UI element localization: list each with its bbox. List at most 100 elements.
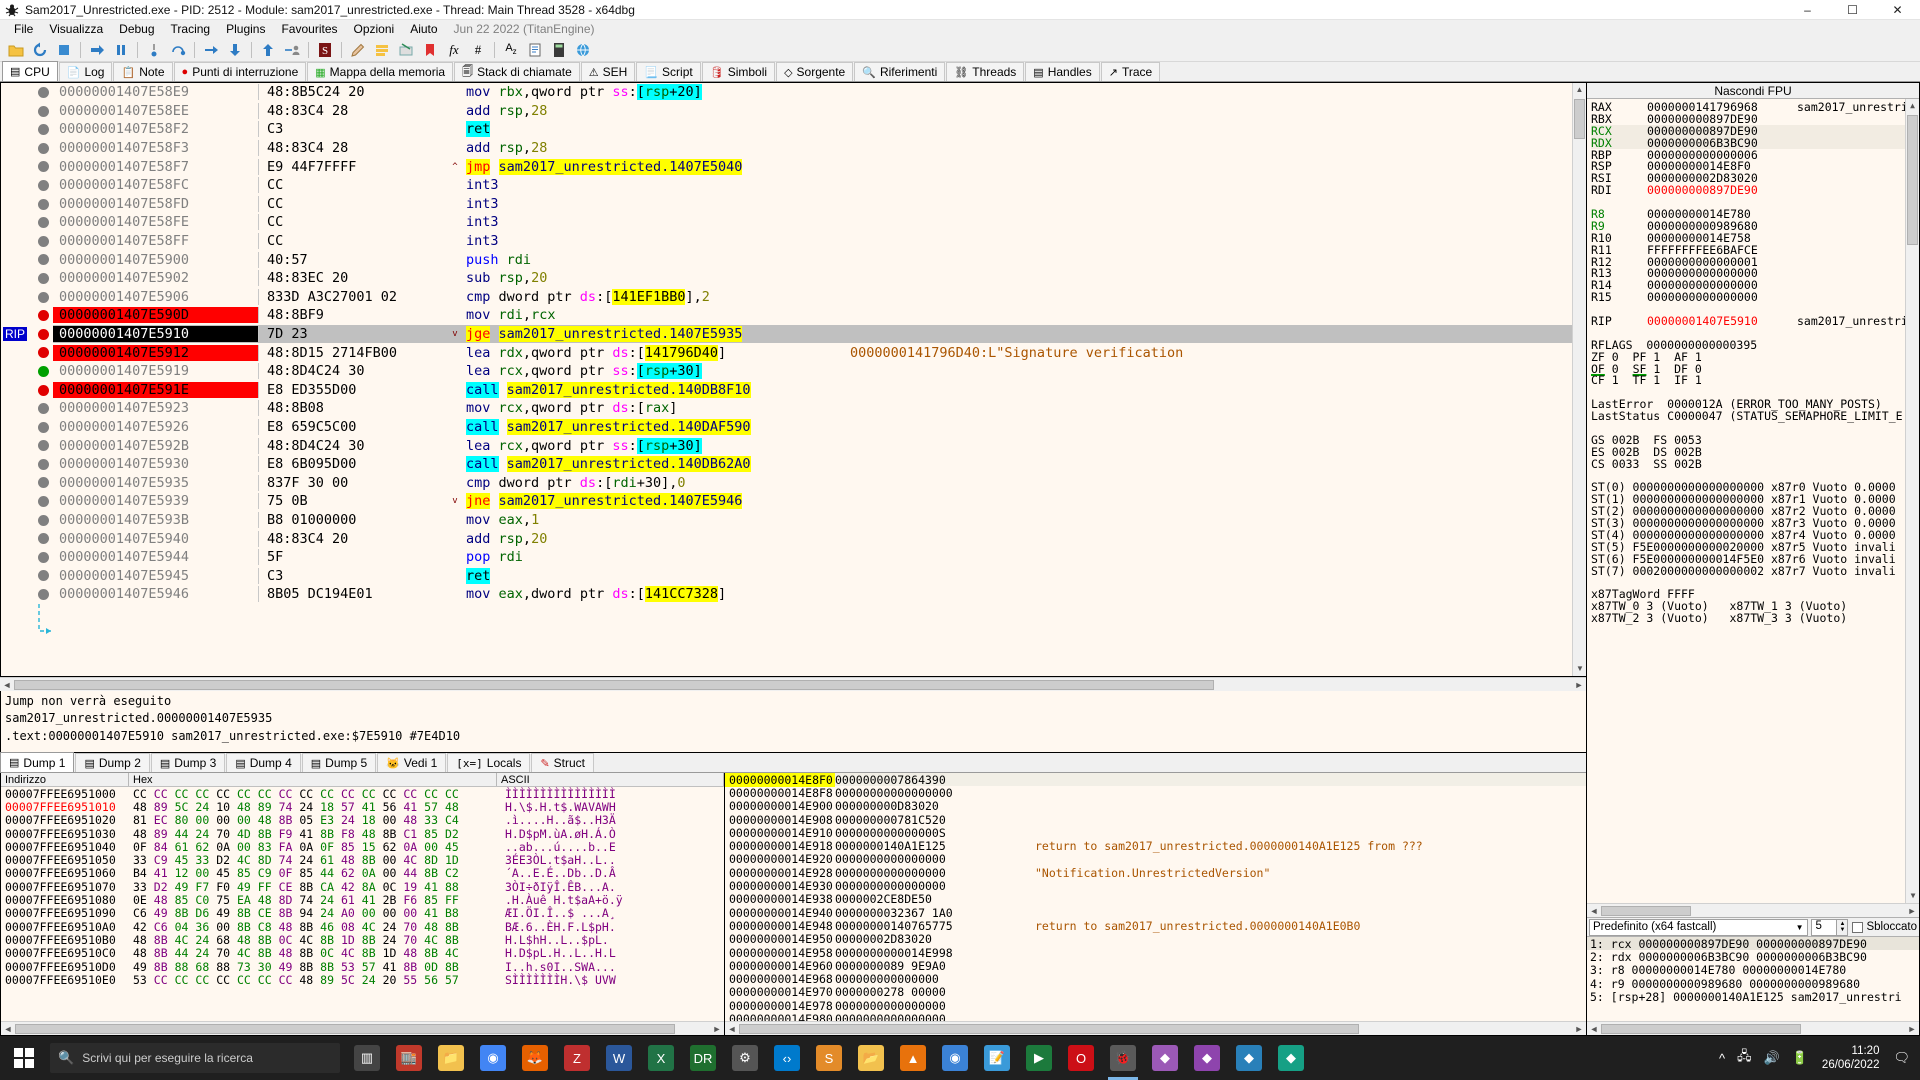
dump-row[interactable]: 00007FFEE69510E053 CC CC CC CC CC CC CC … — [1, 973, 724, 986]
scroll-thumb[interactable] — [1907, 115, 1918, 245]
step-over-icon[interactable] — [168, 40, 188, 60]
tab-references[interactable]: 🔍Riferimenti — [854, 62, 945, 81]
log-icon[interactable] — [372, 40, 392, 60]
stack-row[interactable]: 00000000014E95000000002D83020 — [725, 933, 1586, 946]
breakpoint-gutter[interactable] — [1, 399, 53, 418]
notes-icon[interactable] — [525, 40, 545, 60]
breakpoint-gutter[interactable] — [1, 269, 53, 288]
breakpoint-dot-icon[interactable] — [38, 329, 49, 340]
breakpoint-gutter[interactable] — [1, 455, 53, 474]
tab-call-stack[interactable]: 🗐Stack di chiamate — [454, 62, 580, 81]
taskbar-chrome[interactable]: ◉ — [472, 1036, 514, 1080]
taskbar-chrome2[interactable]: ◉ — [934, 1036, 976, 1080]
register-row[interactable]: RIP00000001407E5910sam2017_unrestrict — [1591, 315, 1919, 327]
breakpoint-dot-icon[interactable] — [38, 403, 49, 414]
calculator-icon[interactable] — [549, 40, 569, 60]
register-value[interactable]: 00000001407E5910 — [1647, 314, 1797, 328]
step-into-arrow-icon[interactable] — [201, 40, 221, 60]
dump-row[interactable]: 00007FFEE6951000CC CC CC CC CC CC CC CC … — [1, 787, 724, 800]
dump-row[interactable]: 00007FFEE695102081 EC 80 00 00 00 48 8B … — [1, 814, 724, 827]
open-icon[interactable] — [6, 40, 26, 60]
stack-row[interactable]: 00000000014E8F800000000000000000 — [725, 786, 1586, 799]
stack-row[interactable]: 00000000014E9180000000140A1E125return to… — [725, 839, 1586, 852]
fpu-toggle-button[interactable]: Nascondi FPU — [1587, 83, 1919, 99]
taskbar-terminal[interactable]: ▶ — [1018, 1036, 1060, 1080]
scroll-right-icon[interactable]: ► — [1905, 906, 1919, 916]
tab-seh[interactable]: ⚠SEH — [581, 62, 636, 81]
breakpoint-dot-icon[interactable] — [38, 459, 49, 470]
register-row[interactable]: RDI000000000897DE90 — [1591, 184, 1919, 196]
disassembly-row[interactable]: 00000001407E5930E8 6B095D00call sam2017_… — [1, 455, 1586, 474]
dump-tab-1[interactable]: ▤Dump 1 — [0, 752, 74, 772]
breakpoint-dot-icon[interactable] — [38, 477, 49, 488]
taskbar-clock[interactable]: 11:20 26/06/2022 — [1814, 1044, 1888, 1072]
dump-row[interactable]: 00007FFEE69510D049 8B 88 68 88 73 30 49 … — [1, 960, 724, 973]
scroll-up-icon[interactable]: ▲ — [1573, 83, 1586, 97]
disassembly-row[interactable]: 00000001407E590040:57push rdi — [1, 250, 1586, 269]
menu-visualizza[interactable]: Visualizza — [41, 22, 111, 36]
breakpoint-gutter[interactable] — [1, 250, 53, 269]
breakpoint-gutter[interactable] — [1, 418, 53, 437]
registers-vscrollbar[interactable]: ▲ ▼ — [1905, 99, 1919, 903]
taskbar-excel[interactable]: X — [640, 1036, 682, 1080]
hash-icon[interactable]: # — [468, 40, 488, 60]
disassembly-row[interactable]: 00000001407E59468B05 DC194E01mov eax,dwo… — [1, 585, 1586, 604]
start-button[interactable] — [0, 1036, 48, 1080]
disassembly-row[interactable]: 00000001407E590D48:8BF9mov rdi,rcx — [1, 306, 1586, 325]
struct-tab[interactable]: ✎Struct — [531, 753, 594, 772]
step-into-icon[interactable] — [144, 40, 164, 60]
dump-row[interactable]: 00007FFEE69510400F 84 61 62 0A 00 83 FA … — [1, 840, 724, 853]
dump-row[interactable]: 00007FFEE6951090C6 49 8B D6 49 8B CE 8B … — [1, 907, 724, 920]
taskbar-search-input[interactable]: 🔍 Scrivi qui per eseguire la ricerca — [50, 1043, 340, 1073]
dump-tab-3[interactable]: ▤Dump 3 — [151, 753, 225, 772]
unlock-checkbox[interactable]: Sbloccato — [1852, 921, 1917, 933]
tray-expand-icon[interactable]: ^ — [1719, 1051, 1725, 1066]
breakpoint-gutter[interactable] — [1, 176, 53, 195]
dump-header-hex[interactable]: Hex — [129, 773, 497, 786]
tab-source[interactable]: ◇Sorgente — [776, 62, 853, 81]
breakpoint-gutter[interactable] — [1, 566, 53, 585]
run-icon[interactable] — [87, 40, 107, 60]
stack-row[interactable]: 00000000014E9300000000000000000 — [725, 879, 1586, 892]
disassembly-row[interactable]: 00000001407E5906833D A3C27001 02cmp dwor… — [1, 288, 1586, 307]
scroll-left-icon[interactable]: ◄ — [1587, 1024, 1601, 1034]
dump-hscrollbar[interactable]: ◄ ► — [1, 1021, 724, 1035]
argument-row[interactable]: 1: rcx 000000000897DE90 000000000897DE90 — [1587, 937, 1919, 950]
pause-icon[interactable] — [111, 40, 131, 60]
breakpoint-dot-icon[interactable] — [38, 570, 49, 581]
taskbar-firefox[interactable]: 🦊 — [514, 1036, 556, 1080]
scroll-right-icon[interactable]: ► — [1905, 1024, 1919, 1034]
scroll-left-icon[interactable]: ◄ — [0, 680, 14, 690]
breakpoint-gutter[interactable] — [1, 139, 53, 158]
breakpoint-dot-icon[interactable] — [38, 347, 49, 358]
breakpoint-dot-icon[interactable] — [38, 552, 49, 563]
breakpoint-dot-icon[interactable] — [38, 440, 49, 451]
register-value[interactable]: 000000000897DE90 — [1647, 183, 1797, 197]
stack-row[interactable]: 00000000014E9600000000089 9E9A0 — [725, 959, 1586, 972]
scroll-left-icon[interactable]: ◄ — [1, 1024, 15, 1034]
dump-row[interactable]: 00007FFEE695107033 D2 49 F7 F0 49 FF CE … — [1, 880, 724, 893]
scroll-up-icon[interactable]: ▲ — [1906, 99, 1919, 113]
notifications-icon[interactable]: 🗨 — [1893, 1050, 1910, 1066]
breakpoint-gutter[interactable] — [1, 511, 53, 530]
breakpoint-dot-icon[interactable] — [38, 366, 49, 377]
disassembly-row[interactable]: 00000001407E58FCCCint3 — [1, 176, 1586, 195]
taskbar-vlc[interactable]: ▲ — [892, 1036, 934, 1080]
taskbar-app2[interactable]: ◆ — [1186, 1036, 1228, 1080]
dump-row[interactable]: 00007FFEE69510B048 8B 4C 24 68 48 8B 0C … — [1, 933, 724, 946]
breakpoint-gutter[interactable] — [1, 381, 53, 400]
breakpoint-gutter[interactable] — [1, 288, 53, 307]
step-out-down-icon[interactable] — [225, 40, 245, 60]
dump-panel[interactable]: Indirizzo Hex ASCII 00007FFEE6951000CC C… — [0, 773, 724, 1036]
scroll-thumb-h[interactable] — [1601, 906, 1691, 916]
breakpoint-gutter[interactable] — [1, 83, 53, 102]
stack-row[interactable]: 00000000014E9580000000000014E998 — [725, 946, 1586, 959]
tab-symbols[interactable]: 🛢Simboli — [702, 62, 775, 81]
breakpoint-dot-icon[interactable] — [38, 87, 49, 98]
disassembly-row[interactable]: 00000001407E58F7E9 44F7FFFF^jmp sam2017_… — [1, 157, 1586, 176]
taskbar-app3[interactable]: ◆ — [1228, 1036, 1270, 1080]
taskbar-filezilla[interactable]: Z — [556, 1036, 598, 1080]
dump-row[interactable]: 00007FFEE695103048 89 44 24 70 4D 8B F9 … — [1, 827, 724, 840]
dump-row[interactable]: 00007FFEE695105033 C9 45 33 D2 4C 8D 74 … — [1, 853, 724, 866]
taskbar-sublime[interactable]: S — [808, 1036, 850, 1080]
